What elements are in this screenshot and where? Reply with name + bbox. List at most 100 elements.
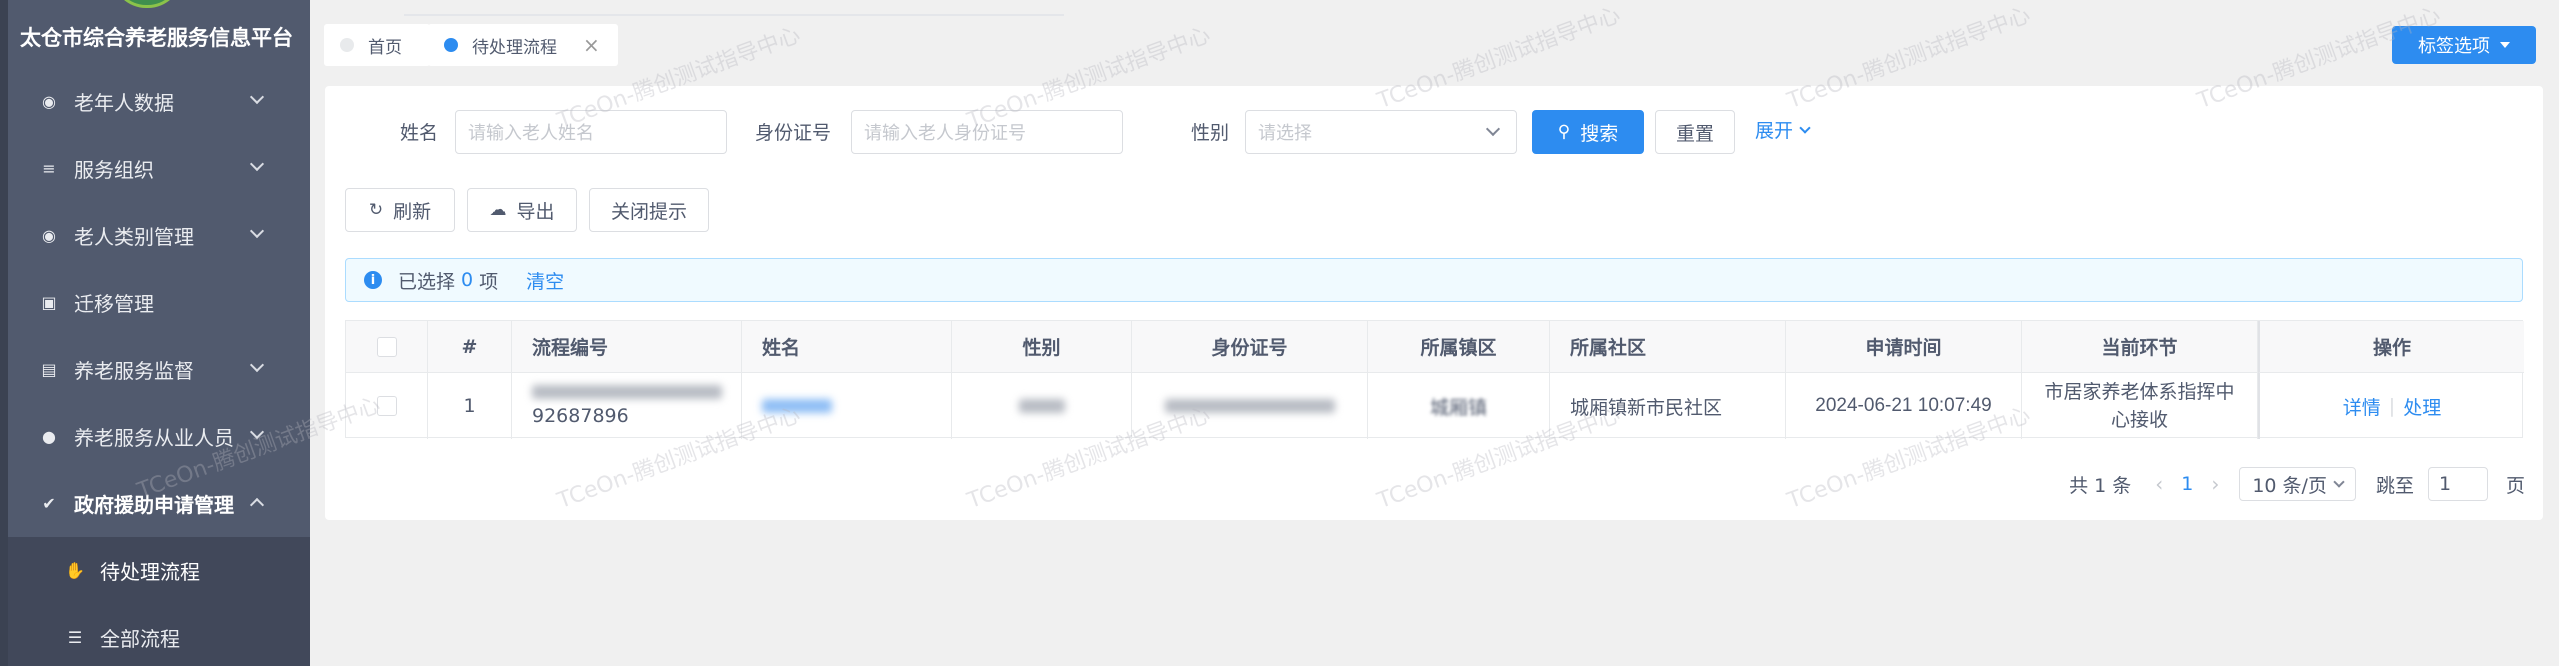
expand-link[interactable]: 展开 bbox=[1755, 116, 1811, 143]
name-input-placeholder: 请输入老人姓名 bbox=[468, 123, 594, 143]
sidebar-item-label: 服务组织 bbox=[74, 158, 154, 182]
export-button[interactable]: ☁ 导出 bbox=[467, 188, 577, 232]
redacted-gender bbox=[1018, 399, 1065, 413]
column-header: 操作 bbox=[2258, 321, 2524, 373]
chevron-down-icon bbox=[249, 357, 265, 373]
chevron-down-icon bbox=[1485, 121, 1501, 137]
current-page[interactable]: 1 bbox=[2181, 473, 2193, 495]
tab-active-dot-icon bbox=[444, 38, 458, 52]
detail-link[interactable]: 详情 bbox=[2343, 393, 2381, 420]
id-label: 身份证号 bbox=[755, 122, 832, 144]
action-cell: 详情 | 处理 bbox=[2258, 373, 2524, 439]
refresh-button[interactable]: ↻ 刷新 bbox=[345, 188, 455, 232]
redacted-id bbox=[1164, 399, 1335, 413]
jump-input[interactable]: 1 bbox=[2427, 467, 2488, 501]
sidebar-item-supervision[interactable]: ▤ 养老服务监督 bbox=[8, 336, 310, 403]
sidebar-item-pending-flow[interactable]: ✋ 待处理流程 bbox=[8, 537, 310, 604]
tag-options-label: 标签选项 bbox=[2418, 36, 2490, 57]
check-circle-icon: ✔ bbox=[42, 494, 56, 513]
column-header: 身份证号 bbox=[1132, 321, 1368, 373]
reset-button[interactable]: 重置 bbox=[1655, 110, 1735, 154]
sidebar-item-gov-aid[interactable]: ✔ 政府援助申请管理 bbox=[8, 470, 310, 537]
table-row bbox=[346, 373, 428, 439]
app-title: 太仓市综合养老服务信息平台 bbox=[20, 27, 293, 50]
logo-area: 太仓市综合养老服务信息平台 bbox=[0, 0, 310, 60]
export-button-label: 导出 bbox=[516, 200, 555, 223]
column-header: 姓名 bbox=[742, 321, 952, 373]
redacted-name bbox=[762, 399, 832, 413]
people-icon: ● bbox=[42, 427, 56, 446]
gender-label: 性别 bbox=[1191, 122, 1230, 144]
gender-select[interactable]: 请选择 bbox=[1245, 110, 1517, 154]
flow-number: 92687896 bbox=[532, 405, 629, 427]
column-header: 流程编号 bbox=[512, 321, 742, 373]
alert-prefix: 已选择 bbox=[398, 270, 456, 293]
sidebar-item-staff[interactable]: ● 养老服务从业人员 bbox=[8, 403, 310, 470]
gender-cell bbox=[952, 373, 1132, 439]
refresh-icon: ↻ bbox=[368, 200, 384, 220]
tab-home[interactable]: 首页 bbox=[324, 24, 430, 66]
process-link[interactable]: 处理 bbox=[2403, 393, 2441, 420]
chevron-up-icon bbox=[249, 497, 265, 513]
tag-options-button[interactable]: 标签选项 bbox=[2392, 26, 2536, 64]
clear-selection-link[interactable]: 清空 bbox=[526, 267, 564, 294]
main-card: 姓名 请输入老人姓名 身份证号 请输入老人身份证号 性别 请选择 ⚲ 搜索 重置… bbox=[325, 86, 2543, 520]
selected-count: 0 bbox=[461, 269, 474, 291]
expand-link-label: 展开 bbox=[1755, 120, 1794, 142]
column-header: # bbox=[428, 321, 512, 373]
sidebar-edge bbox=[0, 0, 8, 666]
caret-down-icon bbox=[2500, 42, 2510, 48]
town-cell: 城厢镇 bbox=[1368, 373, 1550, 439]
tab-dot-icon bbox=[340, 38, 354, 52]
search-button[interactable]: ⚲ 搜索 bbox=[1532, 110, 1644, 154]
prev-page-icon[interactable]: ‹ bbox=[2155, 472, 2163, 496]
chevron-down-icon bbox=[2333, 476, 2345, 488]
jump-value: 1 bbox=[2438, 473, 2452, 495]
reset-button-label: 重置 bbox=[1675, 122, 1714, 145]
tab-label: 待处理流程 bbox=[472, 37, 557, 58]
row-checkbox[interactable] bbox=[376, 396, 397, 416]
tab-bar: 首页 待处理流程 × 标签选项 bbox=[310, 0, 2559, 70]
sidebar-item-label: 老人类别管理 bbox=[74, 225, 194, 249]
chart-icon: ▣ bbox=[41, 293, 57, 312]
page-size-select[interactable]: 10 条/页 bbox=[2239, 467, 2356, 501]
sidebar-item-all-flow[interactable]: ☰ 全部流程 bbox=[8, 604, 310, 666]
close-tip-button[interactable]: 关闭提示 bbox=[589, 188, 709, 232]
chevron-down-icon bbox=[249, 424, 265, 440]
chevron-down-icon bbox=[249, 89, 265, 105]
row-index: 1 bbox=[428, 373, 512, 439]
id-input[interactable]: 请输入老人身份证号 bbox=[851, 110, 1123, 154]
sidebar-item-migration[interactable]: ▣ 迁移管理 bbox=[8, 269, 310, 336]
selection-alert: i 已选择 0 项 清空 bbox=[345, 258, 2523, 302]
sidebar-item-label: 政府援助申请管理 bbox=[74, 493, 234, 517]
sidebar-item-label: 迁移管理 bbox=[74, 292, 154, 316]
sidebar-item-label: 老年人数据 bbox=[74, 91, 174, 115]
page-unit: 页 bbox=[2505, 474, 2525, 497]
sidebar-item-label: 养老服务从业人员 bbox=[74, 426, 234, 450]
name-cell[interactable] bbox=[742, 373, 952, 439]
sidebar-item-label: 全部流程 bbox=[100, 627, 180, 651]
chevron-down-icon bbox=[249, 223, 265, 239]
category-icon: ◉ bbox=[42, 226, 56, 245]
cloud-download-icon: ☁ bbox=[489, 200, 507, 220]
clipboard-icon: ▤ bbox=[41, 360, 57, 379]
filter-icon: ☰ bbox=[67, 628, 83, 647]
next-page-icon[interactable]: › bbox=[2211, 472, 2219, 496]
tab-pending-flow[interactable]: 待处理流程 × bbox=[428, 24, 618, 66]
select-all-checkbox[interactable] bbox=[376, 336, 397, 357]
select-all-header bbox=[346, 321, 428, 373]
close-tip-button-label: 关闭提示 bbox=[610, 200, 687, 223]
sidebar-item-service-org[interactable]: ≡ 服务组织 bbox=[8, 135, 310, 202]
flow-table: # 流程编号 姓名 性别 身份证号 所属镇区 所属社区 申请时间 当前环节 操作… bbox=[345, 320, 2524, 439]
close-icon[interactable]: × bbox=[583, 33, 600, 57]
info-icon: i bbox=[364, 271, 382, 289]
pagination: 共 1 条 ‹ 1 › 10 条/页 跳至 1 页 bbox=[2069, 466, 2543, 502]
column-header: 当前环节 bbox=[2022, 321, 2258, 373]
sidebar-item-elderly-data[interactable]: ◉ 老年人数据 bbox=[8, 68, 310, 135]
refresh-button-label: 刷新 bbox=[393, 200, 432, 223]
name-input[interactable]: 请输入老人姓名 bbox=[455, 110, 727, 154]
name-label: 姓名 bbox=[400, 122, 439, 144]
sidebar-item-category[interactable]: ◉ 老人类别管理 bbox=[8, 202, 310, 269]
community-cell: 城厢镇新市民社区 bbox=[1550, 373, 1786, 439]
gender-select-placeholder: 请选择 bbox=[1258, 123, 1312, 143]
